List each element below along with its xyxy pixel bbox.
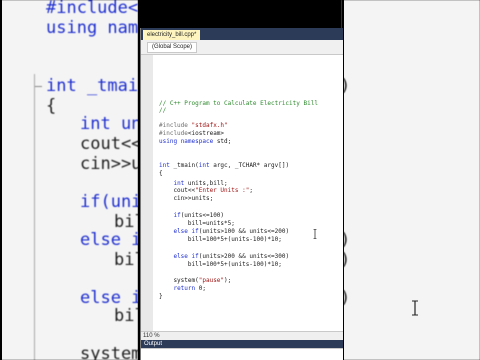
navigation-bar: (Global Scope) (141, 40, 343, 55)
bg-line: cout<<" (80, 134, 138, 154)
code-line: { (159, 170, 163, 177)
bg-line: bill (114, 212, 138, 232)
editor-gutter (141, 55, 153, 331)
bg-line: int _tmain( (46, 76, 138, 96)
ibeam-cursor-icon (412, 300, 418, 316)
bg-line: if(units (80, 192, 138, 212)
zoom-level[interactable]: 110 % (143, 332, 160, 340)
code-line: bill=100*5+(units-100)*10; (159, 261, 282, 268)
output-panel-header: Output (141, 340, 343, 348)
bg-line: system( (80, 344, 138, 360)
code-line: cout<<"Enter Units :"; (159, 187, 253, 194)
fold-marker (34, 86, 42, 87)
output-panel-title: Output (144, 341, 163, 347)
code-line: int _tmain(int argc, _TCHAR* argv[]) (159, 162, 290, 169)
code-line: else if(units>200 && units<=300) (173, 253, 290, 260)
code-line: // C++ Program to Calculate Electricity … (159, 100, 318, 107)
code-editor[interactable]: // C++ Program to Calculate Electricity … (141, 55, 343, 331)
bg-line: int units (80, 114, 138, 134)
black-band-left (0, 0, 2, 360)
text-cursor-icon (313, 229, 317, 239)
bg-line: cin>>unit (80, 154, 138, 174)
bg-line: #include<io (46, 0, 138, 18)
bg-line: else if( (80, 288, 138, 308)
code-line: if(units<=100) (173, 212, 225, 219)
bg-line: using names (46, 18, 138, 38)
code-line: bill=units*5; (159, 220, 235, 227)
bg-line: { (46, 96, 57, 116)
editor-window: electricity_bill.cpp* (Global Scope) // … (140, 28, 343, 360)
code-line: using namespace std; (159, 138, 232, 145)
tab-electricity-bill[interactable]: electricity_bill.cpp* (143, 30, 201, 40)
background-editor-left: #include<io using names int _tmain( { in… (0, 0, 138, 360)
bg-line: else if( (80, 230, 138, 250)
code-line: // (159, 107, 167, 114)
code-line: #include "stdafx.h" (159, 122, 228, 129)
code-line: else if(units>100 && units<=200) (173, 228, 290, 235)
tab-bar: electricity_bill.cpp* (141, 28, 343, 40)
status-strip: 110 % (141, 331, 343, 340)
output-panel[interactable] (141, 348, 343, 360)
code-line: system("pause"); (159, 277, 232, 284)
code-line: return 0; (173, 285, 206, 292)
code-line: #include<iostream> (159, 130, 225, 137)
code-line: bill=100*5+(units-100)*10; (159, 236, 282, 243)
code-line: } (159, 293, 163, 300)
bg-line: bill (114, 250, 138, 270)
scope-dropdown[interactable]: (Global Scope) (147, 42, 198, 53)
code-line: cin>>units; (159, 195, 214, 202)
fold-line (34, 74, 35, 360)
bg-line: bill (114, 306, 138, 326)
